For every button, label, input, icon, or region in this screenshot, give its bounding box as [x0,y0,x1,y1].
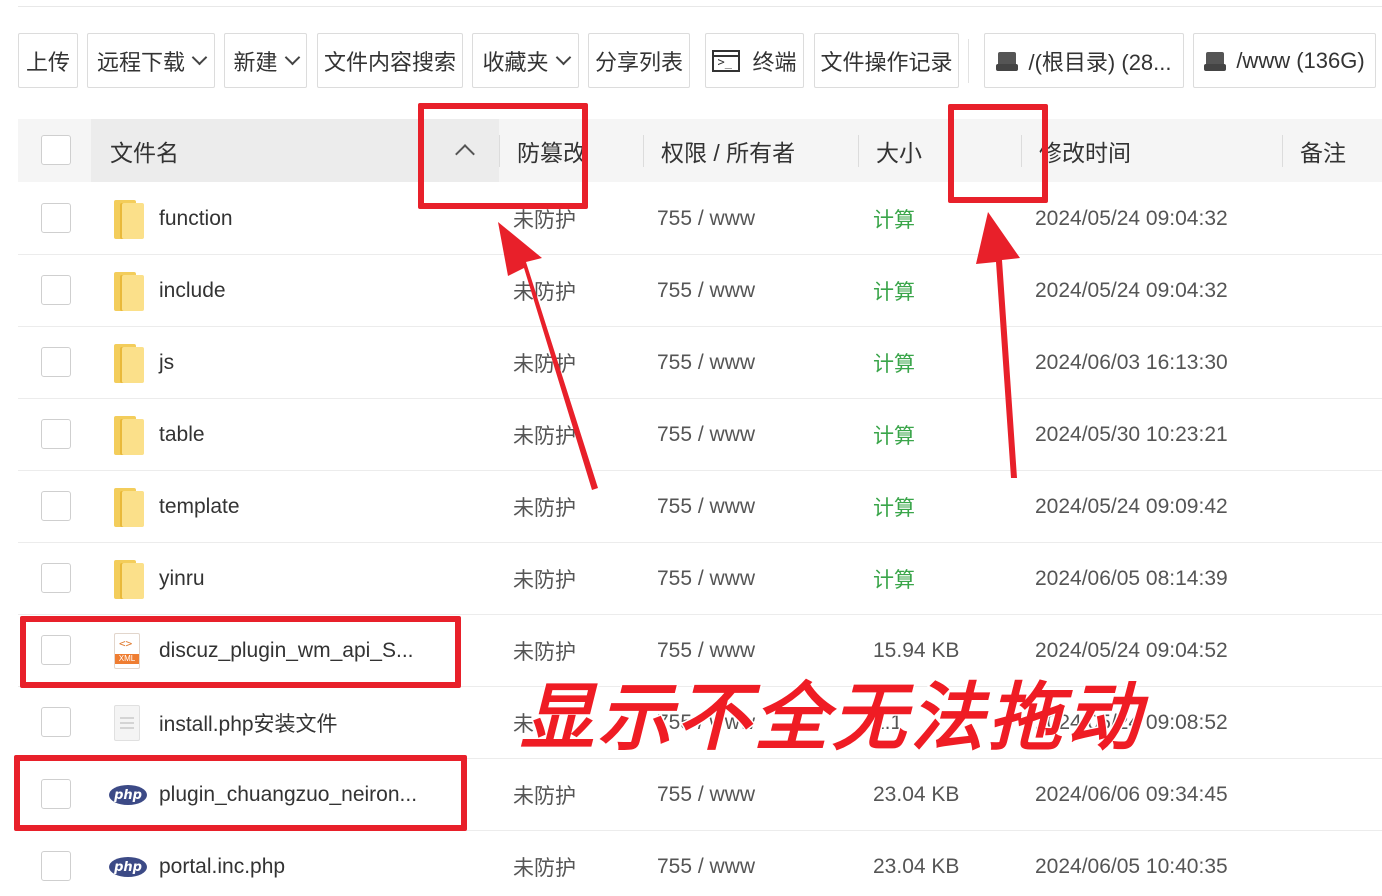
arrow-to-size [976,212,1020,478]
arrow-to-tamper [498,222,598,490]
annotation-caption: 显示不全无法拖动 [519,674,1144,763]
